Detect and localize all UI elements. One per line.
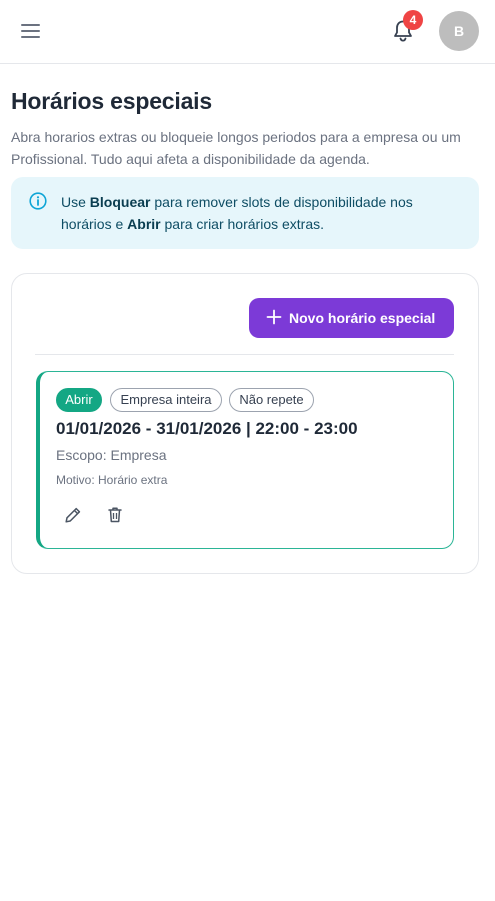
info-text-suffix: para criar horários extras. xyxy=(160,216,325,232)
entry-scope: Escopo: Empresa xyxy=(56,447,167,463)
info-bold-block: Bloquear xyxy=(89,194,151,210)
page-title: Horários especiais xyxy=(11,88,212,114)
menu-button[interactable] xyxy=(21,23,41,39)
avatar[interactable]: B xyxy=(439,11,479,51)
notification-count-badge: 4 xyxy=(403,10,423,30)
edit-button[interactable] xyxy=(61,503,85,527)
page-description: Abra horarios extras ou bloqueie longos … xyxy=(11,129,461,167)
entry-date-time-range: 01/01/2026 - 31/01/2026 | 22:00 - 23:00 xyxy=(56,419,358,438)
menu-icon-line xyxy=(21,30,40,32)
entry-reason: Motivo: Horário extra xyxy=(56,473,168,487)
info-text-prefix: Use xyxy=(61,194,90,210)
type-badge-open: Abrir xyxy=(56,388,102,412)
scope-chip: Empresa inteira xyxy=(110,388,222,412)
info-callout: Use Bloquear para remover slots de dispo… xyxy=(11,177,479,249)
trash-icon xyxy=(108,507,122,523)
new-special-hour-label: Novo horário especial xyxy=(289,310,436,326)
top-bar: 4 B xyxy=(0,0,495,64)
menu-icon-line xyxy=(21,36,40,38)
info-icon xyxy=(29,192,47,210)
plus-icon xyxy=(266,309,282,325)
info-bold-open: Abrir xyxy=(127,216,161,232)
info-text: Use Bloquear para remover slots de dispo… xyxy=(61,191,466,235)
divider xyxy=(35,354,454,355)
new-special-hour-button[interactable]: Novo horário especial xyxy=(249,298,454,338)
menu-icon-line xyxy=(21,24,40,26)
repeat-chip: Não repete xyxy=(229,388,314,412)
pencil-icon xyxy=(65,507,81,523)
delete-button[interactable] xyxy=(103,503,127,527)
